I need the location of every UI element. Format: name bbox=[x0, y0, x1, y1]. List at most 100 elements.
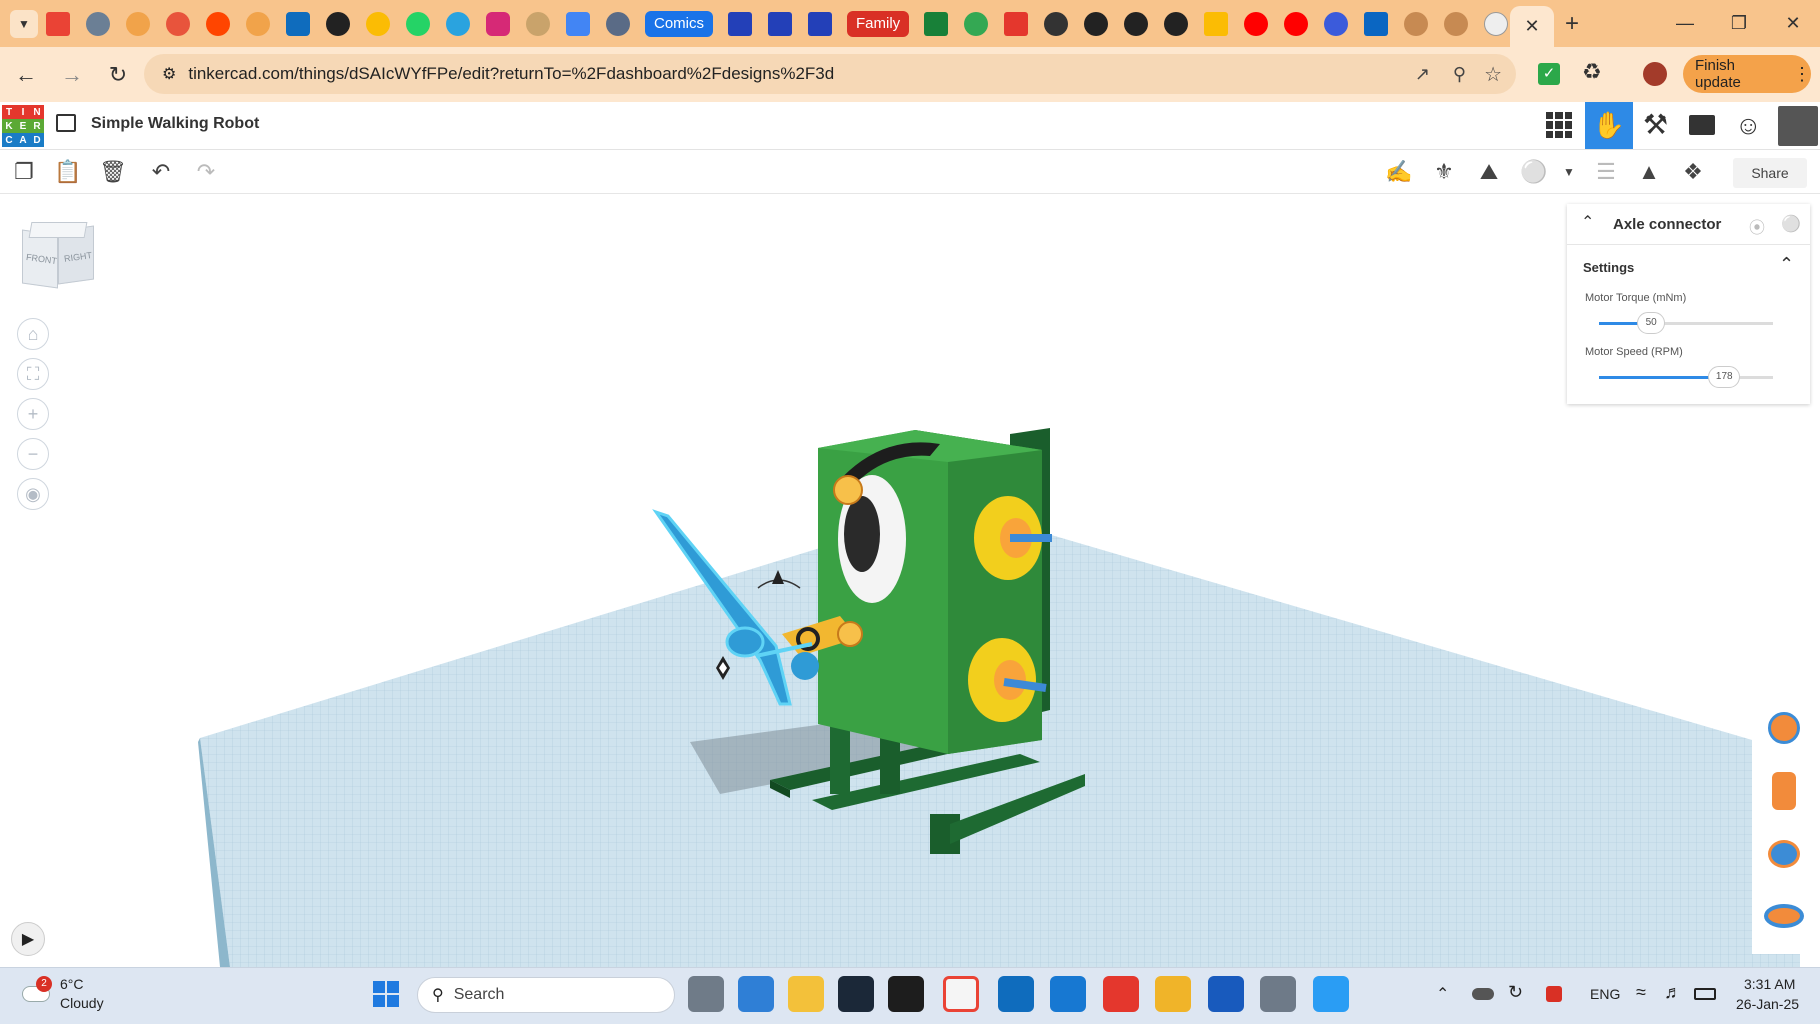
site-tab-icon[interactable] bbox=[728, 11, 753, 36]
onedrive-icon[interactable] bbox=[1472, 988, 1494, 1000]
site-tab-icon[interactable] bbox=[1444, 11, 1469, 36]
site-tab-icon[interactable] bbox=[768, 11, 793, 36]
delete-icon[interactable]: 🗑 bbox=[97, 156, 129, 188]
site-tab-icon[interactable] bbox=[606, 11, 630, 36]
clock-time[interactable]: 3:31 AM bbox=[1744, 976, 1795, 992]
hide-icon[interactable]: ⦿ bbox=[1749, 214, 1765, 238]
extension-check-icon[interactable]: ✓ bbox=[1538, 63, 1560, 85]
forward-arrow-icon[interactable]: → bbox=[52, 55, 92, 95]
copy-icon[interactable]: ❐ bbox=[8, 156, 40, 188]
reddit-tab-icon[interactable] bbox=[206, 11, 230, 36]
close-window-icon[interactable]: ✕ bbox=[1766, 0, 1820, 47]
note-icon[interactable]: ✍ bbox=[1383, 156, 1415, 188]
align-icon[interactable]: ☰ bbox=[1590, 156, 1622, 188]
shape-wheel-icon[interactable] bbox=[1764, 904, 1804, 928]
home-view-icon[interactable]: ⌂ bbox=[17, 318, 49, 350]
view-cube[interactable]: FRONT RIGHT bbox=[22, 222, 96, 292]
site-tab-icon[interactable] bbox=[126, 11, 150, 36]
youtube-tab-icon[interactable] bbox=[1284, 11, 1309, 36]
openai-tab-icon[interactable] bbox=[1044, 11, 1069, 36]
settings-header[interactable]: Settings bbox=[1583, 260, 1634, 275]
translate-tab-icon[interactable] bbox=[566, 11, 590, 36]
outlook-icon[interactable] bbox=[998, 976, 1034, 1012]
sim-lab-icon[interactable]: ✋ bbox=[1585, 102, 1633, 149]
invite-user-icon[interactable]: ☺ bbox=[1735, 110, 1762, 141]
play-simulation-button[interactable]: ▶ bbox=[11, 922, 45, 956]
chevron-up-tray-icon[interactable]: ⌃ bbox=[1436, 984, 1449, 1004]
cruise-icon[interactable]: ❖ bbox=[1677, 156, 1709, 188]
zoom-in-icon[interactable]: + bbox=[17, 398, 49, 430]
game-app-icon[interactable] bbox=[888, 976, 924, 1012]
site-tab-icon[interactable] bbox=[246, 11, 270, 36]
whatsapp-tab-icon[interactable] bbox=[406, 11, 430, 36]
settings-gear-icon[interactable] bbox=[1260, 976, 1296, 1012]
sheets-tab-icon[interactable] bbox=[924, 11, 949, 36]
telegram-tab-icon[interactable] bbox=[446, 11, 470, 36]
tab-search-button[interactable]: ▼ bbox=[10, 9, 38, 38]
scene-canvas[interactable] bbox=[0, 194, 1820, 967]
shape-axle-icon[interactable] bbox=[1768, 840, 1800, 868]
site-tab-icon[interactable] bbox=[808, 11, 833, 36]
tab-group-comics[interactable]: Comics bbox=[645, 10, 714, 37]
close-tab-icon[interactable]: ✕ bbox=[1524, 16, 1539, 37]
reload-icon[interactable]: ↻ bbox=[98, 55, 138, 95]
chevron-down-icon[interactable]: ▼ bbox=[1553, 156, 1585, 188]
speed-slider[interactable]: 178 bbox=[1599, 366, 1773, 388]
torque-slider[interactable]: 50 bbox=[1599, 312, 1773, 334]
amazon-tab-icon[interactable] bbox=[326, 11, 350, 36]
bookmark-star-icon[interactable]: ☆ bbox=[1484, 62, 1502, 87]
outlook-tab-icon[interactable] bbox=[286, 11, 310, 36]
language-indicator[interactable]: ENG bbox=[1590, 986, 1620, 1002]
youtube-tab-icon[interactable] bbox=[1244, 11, 1269, 36]
minimize-icon[interactable]: — bbox=[1658, 0, 1712, 47]
chrome-icon[interactable] bbox=[943, 976, 979, 1012]
paste-icon[interactable]: 📋 bbox=[52, 156, 84, 188]
site-tab-icon[interactable] bbox=[526, 11, 550, 36]
user-avatar[interactable] bbox=[1778, 106, 1818, 146]
sync-icon[interactable]: ↻ bbox=[1508, 982, 1523, 1003]
site-info-icon[interactable]: ⚙ bbox=[162, 64, 176, 84]
workplane-viewport[interactable]: FRONT RIGHT ⌂ ⛶ + − ◉ ▶ bbox=[0, 194, 1820, 967]
site-tab-icon[interactable] bbox=[1404, 11, 1429, 36]
amazon-tab-icon[interactable] bbox=[1084, 11, 1109, 36]
url-text[interactable]: tinkercad.com/things/dSAIcWYfFPe/edit?re… bbox=[188, 64, 834, 84]
linkedin-tab-icon[interactable] bbox=[1364, 11, 1389, 36]
app-c-icon[interactable] bbox=[1050, 976, 1086, 1012]
site-tab-icon[interactable] bbox=[166, 11, 190, 36]
speed-slider-knob[interactable]: 178 bbox=[1708, 366, 1741, 388]
perspective-icon[interactable]: ◉ bbox=[17, 478, 49, 510]
bolt-app-icon[interactable] bbox=[1155, 976, 1191, 1012]
url-bar[interactable]: ⚙ tinkercad.com/things/dSAIcWYfFPe/edit?… bbox=[144, 54, 1516, 94]
zoom-out-icon[interactable]: − bbox=[17, 438, 49, 470]
torque-slider-knob[interactable]: 50 bbox=[1637, 312, 1666, 334]
terrain-icon[interactable]: ⛰ bbox=[1473, 156, 1505, 188]
task-view-icon[interactable] bbox=[688, 976, 724, 1012]
photos-icon[interactable] bbox=[1313, 976, 1349, 1012]
tinkercad-tab-icon[interactable] bbox=[1004, 11, 1029, 36]
finish-update-button[interactable]: Finish update ⋮ bbox=[1683, 55, 1811, 93]
bricks-icon[interactable] bbox=[1689, 115, 1715, 135]
amazon-tab-icon[interactable] bbox=[1124, 11, 1149, 36]
drive-tab-icon[interactable] bbox=[964, 11, 989, 36]
open-in-app-icon[interactable]: ↗ bbox=[1415, 64, 1430, 85]
keep-tab-icon[interactable] bbox=[366, 11, 390, 36]
tinkercad-icon[interactable] bbox=[1103, 976, 1139, 1012]
active-tab[interactable]: ✕ bbox=[1510, 6, 1554, 47]
share-button[interactable]: Share bbox=[1733, 158, 1807, 188]
instagram-tab-icon[interactable] bbox=[486, 11, 510, 36]
file-explorer-icon[interactable] bbox=[788, 976, 824, 1012]
keep-tab-icon[interactable] bbox=[1204, 11, 1229, 36]
kebab-menu-icon[interactable]: ⋮ bbox=[1793, 64, 1811, 85]
steam-icon[interactable] bbox=[838, 976, 874, 1012]
blocks-icon[interactable]: ⚒ bbox=[1643, 108, 1668, 141]
volume-icon[interactable]: ♬ bbox=[1664, 982, 1682, 1003]
back-arrow-icon[interactable]: ← bbox=[6, 55, 46, 95]
tinkercad-logo[interactable]: TINKERCAD bbox=[2, 105, 44, 147]
fit-view-icon[interactable]: ⛶ bbox=[17, 358, 49, 390]
app-tray-icon[interactable] bbox=[1546, 986, 1562, 1002]
wifi-icon[interactable]: ≈ bbox=[1636, 982, 1646, 1003]
weather-widget[interactable]: 2 6°C Cloudy bbox=[20, 974, 130, 1016]
web-tab-icon[interactable] bbox=[86, 11, 110, 36]
gmail-tab-icon[interactable] bbox=[46, 11, 70, 36]
extensions-puzzle-icon[interactable]: ♻ bbox=[1582, 59, 1602, 85]
